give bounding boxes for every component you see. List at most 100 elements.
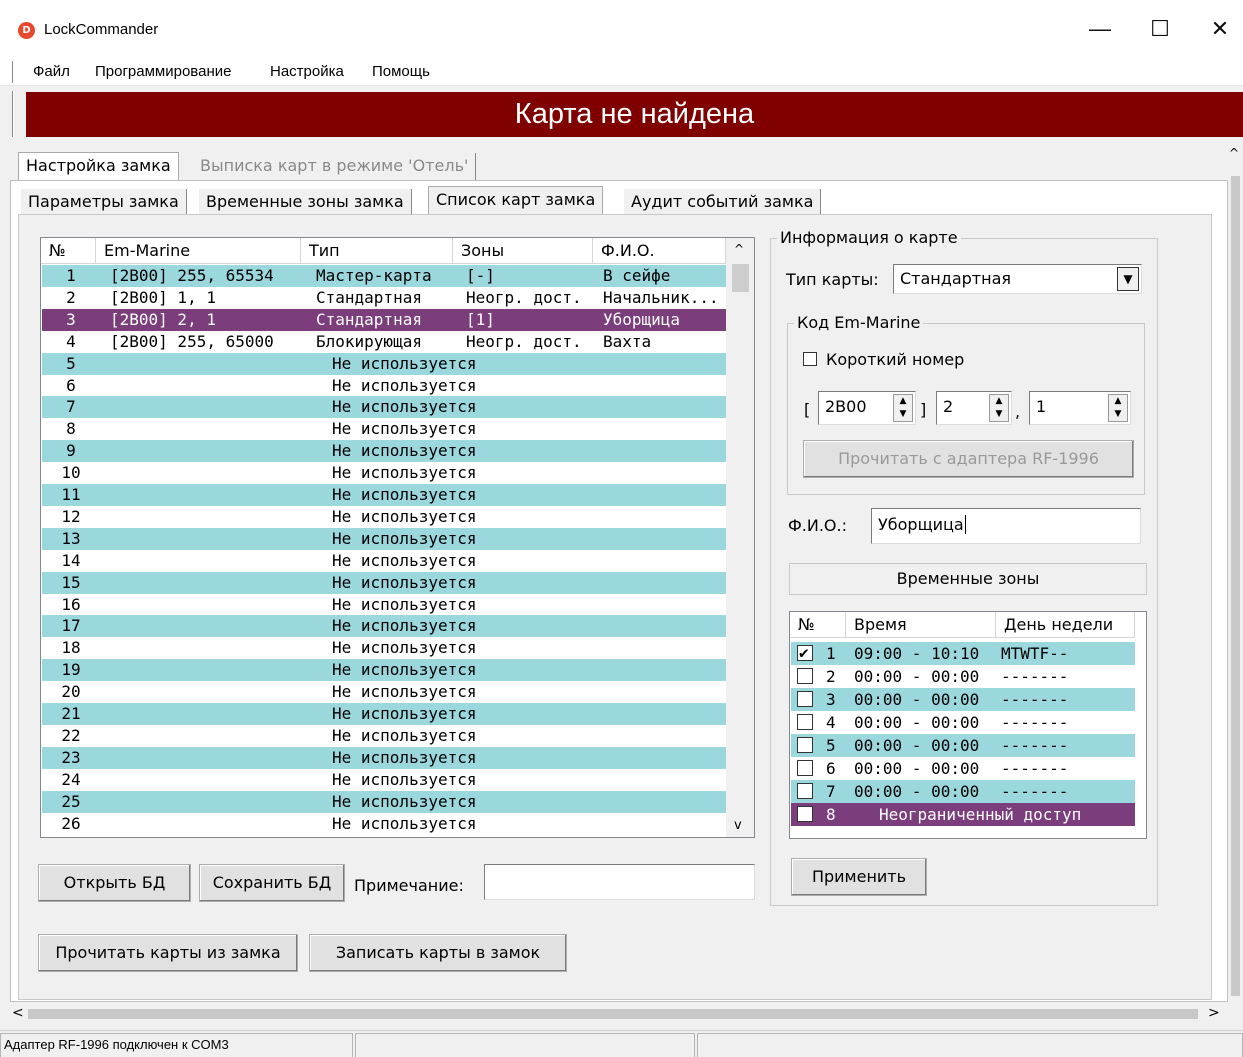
content-vscroll-thumb[interactable]	[1231, 176, 1240, 996]
card-row[interactable]: 17 Не используется	[42, 615, 726, 638]
card-row[interactable]: 12 Не используется	[42, 506, 726, 528]
card-row[interactable]: 5 Не используется	[42, 352, 726, 375]
code-facility-input[interactable]: 2 ▲ ▼	[936, 391, 1012, 425]
tab-hotel-cards[interactable]: Выписка карт в режиме 'Отель'	[193, 153, 477, 181]
scroll-down-icon[interactable]: v	[734, 818, 742, 833]
tab-card-list[interactable]: Список карт замка	[428, 186, 604, 214]
open-db-button[interactable]: Открыть БД	[38, 864, 191, 902]
spin-icon[interactable]: ▲ ▼	[1108, 394, 1128, 422]
timezone-row[interactable]: 1 09:00 - 10:10 MTWTF--	[791, 641, 1135, 665]
save-db-button[interactable]: Сохранить БД	[199, 864, 345, 902]
card-row[interactable]: 13 Не используется	[42, 527, 726, 550]
card-type-select[interactable]: Стандартная ▼	[893, 264, 1142, 294]
tab-event-audit[interactable]: Аудит событий замка	[624, 189, 822, 217]
scroll-up-icon[interactable]: ^	[1229, 146, 1239, 160]
card-list[interactable]: № Em-Marine Тип Зоны Ф.И.О. 1 [2B00] 255,…	[40, 237, 755, 838]
card-row[interactable]: 25 Не используется	[42, 790, 726, 813]
content-hscrollbar[interactable]: < >	[10, 1003, 1228, 1025]
scroll-left-icon[interactable]: <	[12, 1005, 24, 1021]
fio-input[interactable]: Уборщица	[871, 508, 1141, 544]
timezone-row[interactable]: 4 00:00 - 00:00 -------	[791, 711, 1135, 734]
timezone-row[interactable]: 6 00:00 - 00:00 -------	[791, 757, 1135, 780]
menu-file[interactable]: Файл	[33, 63, 70, 80]
card-row[interactable]: 23 Не используется	[42, 746, 726, 769]
timezone-checkbox[interactable]	[797, 783, 813, 799]
card-row[interactable]: 16 Не используется	[42, 594, 726, 616]
card-row[interactable]: 2 [2B00] 1, 1 Стандартная Неогр. дост. Начал…	[42, 287, 726, 309]
col-zones[interactable]: Зоны	[453, 238, 593, 264]
timezone-checkbox[interactable]	[797, 641, 813, 664]
code-prefix-input[interactable]: 2B00 ▲ ▼	[818, 391, 916, 425]
tz-col-number[interactable]: №	[790, 612, 846, 638]
scroll-right-icon[interactable]: >	[1208, 1005, 1220, 1021]
card-row-number: 19	[61, 660, 81, 680]
timezone-checkbox[interactable]	[797, 691, 813, 707]
card-row[interactable]: 20 Не используется	[42, 681, 726, 703]
timezone-checkbox[interactable]	[797, 668, 813, 684]
card-row[interactable]: 9 Не используется	[42, 440, 726, 463]
note-input[interactable]	[484, 864, 755, 900]
card-row[interactable]: 24 Не используется	[42, 769, 726, 791]
card-row[interactable]: 14 Не используется	[42, 550, 726, 572]
read-adapter-button[interactable]: Прочитать с адаптера RF-1996	[803, 440, 1134, 478]
tab-lock-timezones[interactable]: Временные зоны замка	[199, 189, 412, 217]
apply-button[interactable]: Применить	[791, 858, 927, 896]
card-row[interactable]: 11 Не используется	[42, 484, 726, 506]
card-row[interactable]: 8 Не используется	[42, 418, 726, 440]
timezone-unlimited: Неограниченный доступ	[879, 805, 1082, 824]
card-list-scroll-thumb[interactable]	[732, 264, 749, 292]
card-row-status: Не используется	[332, 682, 477, 702]
card-row[interactable]: 3 [2B00] 2, 1 Стандартная [1] Уборщица	[42, 308, 726, 331]
write-cards-button[interactable]: Записать карты в замок	[309, 934, 567, 972]
timezone-row[interactable]: 8 Неограниченный доступ	[791, 803, 1135, 826]
card-row[interactable]: 26 Не используется	[42, 813, 726, 835]
card-list-vscrollbar[interactable]: ^ v	[726, 238, 754, 837]
card-row-status: Не используется	[332, 791, 477, 811]
card-row[interactable]: 22 Не используется	[42, 725, 726, 747]
card-row[interactable]: 10 Не используется	[42, 462, 726, 484]
code-number-input[interactable]: 1 ▲ ▼	[1029, 391, 1131, 425]
card-row[interactable]: 18 Не используется	[42, 637, 726, 659]
col-fio[interactable]: Ф.И.О.	[593, 238, 726, 264]
menu-help[interactable]: Помощь	[372, 63, 430, 80]
minimize-icon[interactable]: —	[1070, 10, 1130, 48]
timezone-row[interactable]: 5 00:00 - 00:00 -------	[791, 734, 1135, 757]
menu-programming[interactable]: Программирование	[95, 63, 231, 80]
card-row[interactable]: 19 Не используется	[42, 659, 726, 682]
timezone-list[interactable]: № Время День недели 1 09:00 - 10:10 MTWTF-…	[789, 611, 1147, 839]
card-row-code: [2B00] 2, 1	[110, 309, 216, 329]
maximize-icon[interactable]: ☐	[1130, 10, 1190, 48]
tab-lock-settings[interactable]: Настройка замка	[18, 152, 179, 180]
read-cards-button[interactable]: Прочитать карты из замка	[38, 934, 298, 972]
card-row[interactable]: 21 Не используется	[42, 703, 726, 725]
timezone-checkbox[interactable]	[797, 737, 813, 753]
tz-col-weekday[interactable]: День недели	[996, 612, 1135, 638]
spin-icon[interactable]: ▲ ▼	[989, 394, 1009, 422]
tab-lock-params[interactable]: Параметры замка	[20, 189, 187, 217]
col-type[interactable]: Тип	[301, 238, 453, 264]
col-em-marine[interactable]: Em-Marine	[96, 238, 301, 264]
timezone-checkbox[interactable]	[797, 806, 813, 822]
card-row-number: 8	[66, 419, 76, 439]
close-icon[interactable]: ✕	[1190, 10, 1243, 48]
tz-col-time[interactable]: Время	[846, 612, 996, 638]
timezone-row[interactable]: 7 00:00 - 00:00 -------	[791, 780, 1135, 803]
timezone-checkbox[interactable]	[797, 760, 813, 776]
timezone-checkbox[interactable]	[797, 714, 813, 730]
card-row[interactable]: 6 Не используется	[42, 375, 726, 397]
content-hscroll-thumb[interactable]	[28, 1009, 1198, 1019]
timezone-row[interactable]: 3 00:00 - 00:00 -------	[791, 688, 1135, 711]
card-row[interactable]: 7 Не используется	[42, 396, 726, 419]
chevron-down-icon[interactable]: ▼	[1117, 267, 1139, 291]
card-row[interactable]: 15 Не используется	[42, 571, 726, 594]
fio-value: Уборщица	[878, 515, 964, 534]
timezone-row[interactable]: 2 00:00 - 00:00 -------	[791, 665, 1135, 688]
scroll-up-icon[interactable]: ^	[734, 242, 744, 256]
spin-icon[interactable]: ▲ ▼	[893, 394, 913, 422]
card-row[interactable]: 1 [2B00] 255, 65534 Мастер-карта [-] В сейфе	[42, 265, 726, 287]
col-number[interactable]: №	[41, 238, 96, 264]
card-row[interactable]: 4 [2B00] 255, 65000 Блокирующая Неогр. дост…	[42, 331, 726, 353]
menu-settings[interactable]: Настройка	[270, 63, 344, 80]
short-number-checkbox[interactable]	[803, 352, 817, 366]
content-vscrollbar[interactable]: ^	[1228, 146, 1243, 1001]
